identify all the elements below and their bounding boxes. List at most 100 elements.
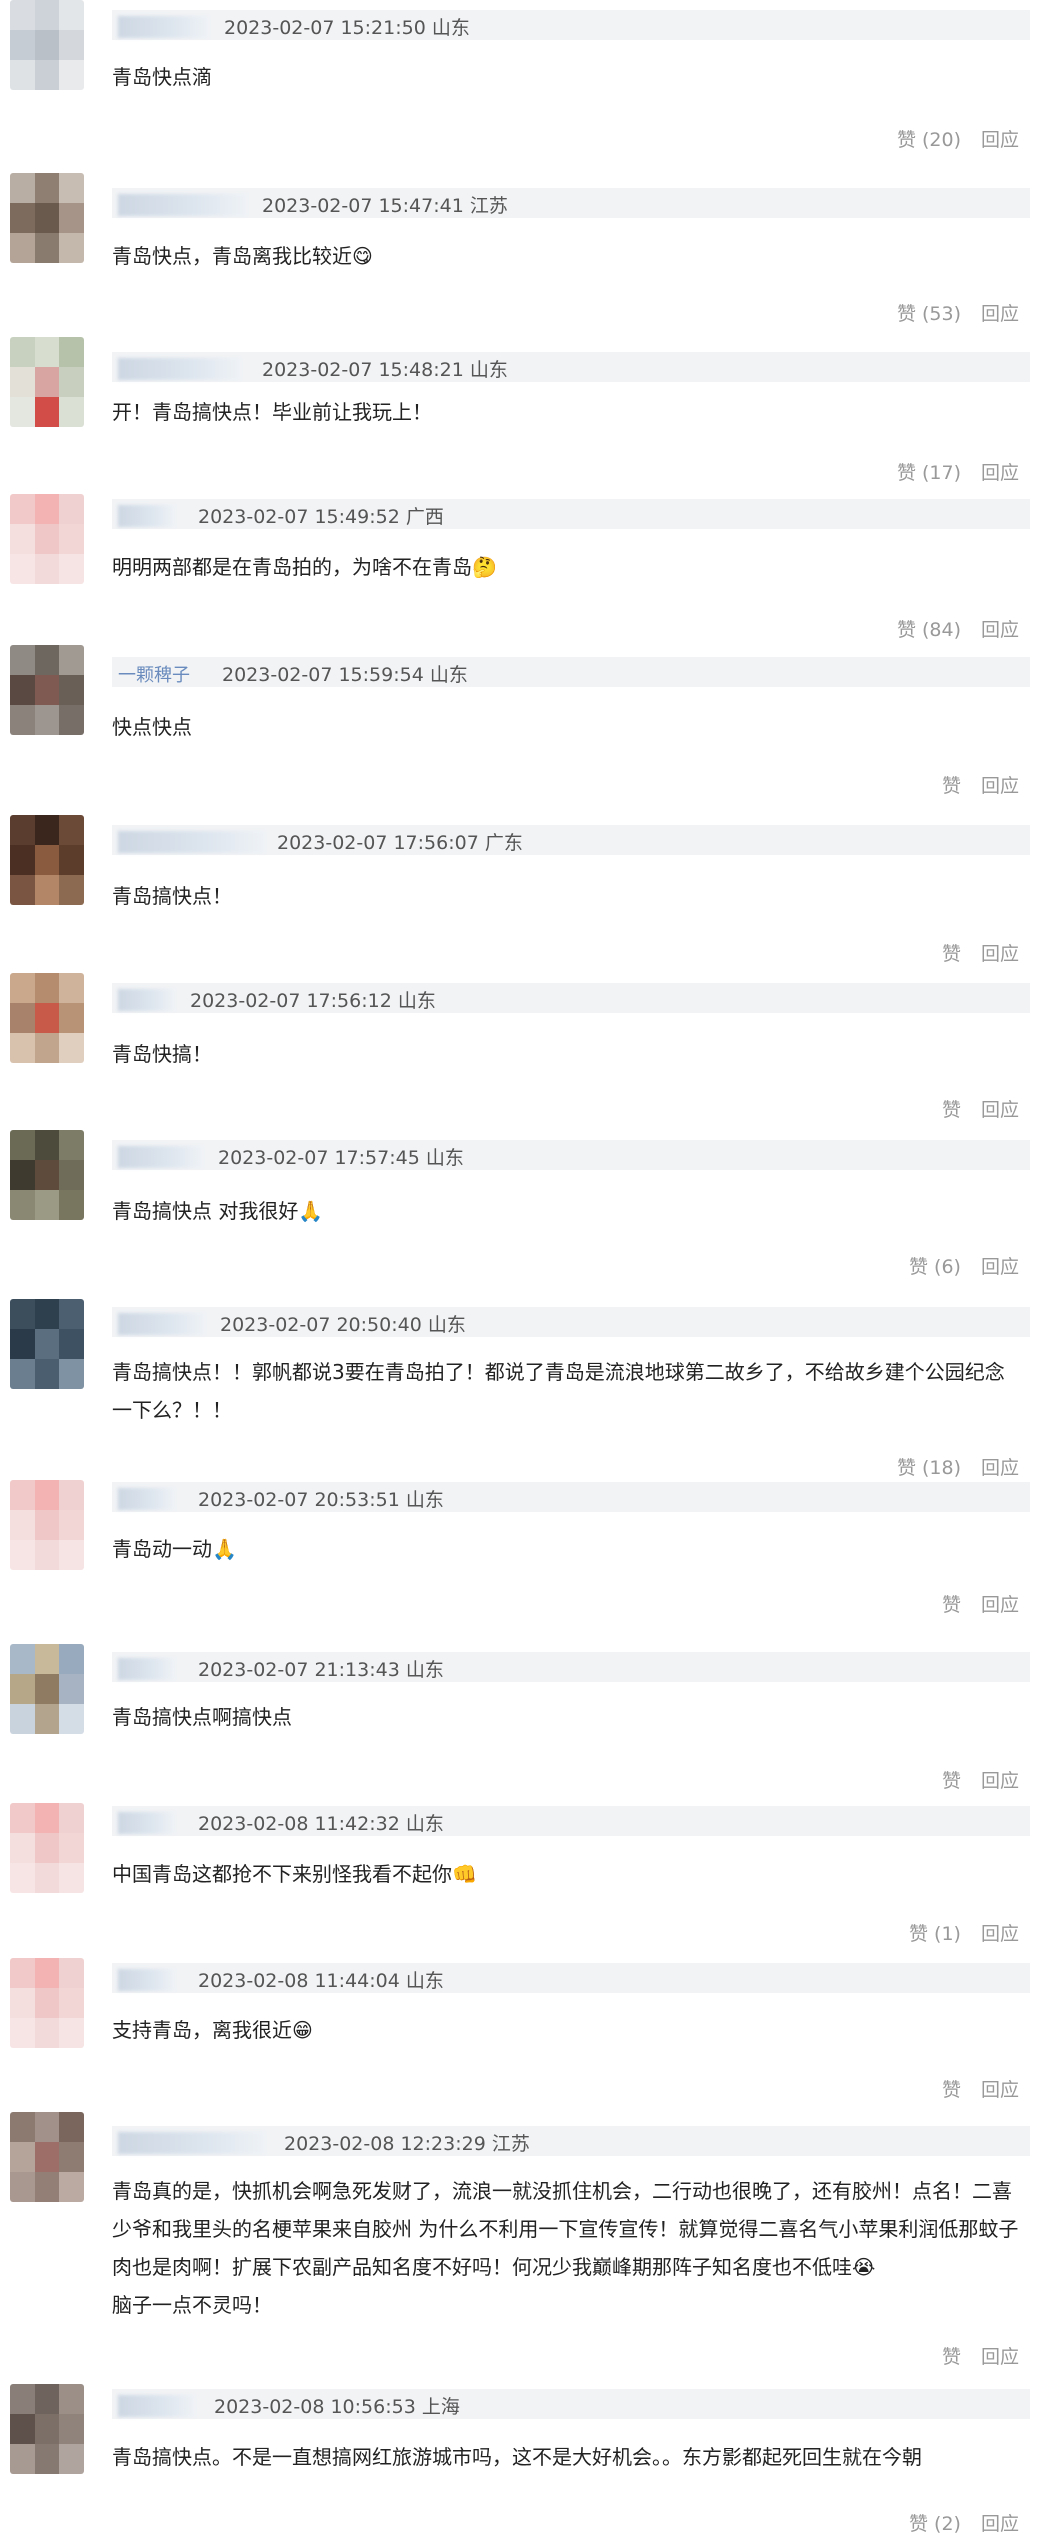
reply-button[interactable]: 回应 bbox=[981, 303, 1019, 325]
emoji-icon: 🙏 bbox=[298, 1199, 324, 1223]
comment-header: 2023-02-07 21:13:43 山东 bbox=[112, 1652, 1030, 1682]
username-blurred[interactable] bbox=[118, 2395, 194, 2417]
reply-button[interactable]: 回应 bbox=[981, 619, 1019, 641]
avatar[interactable] bbox=[10, 815, 84, 905]
reply-button[interactable]: 回应 bbox=[981, 943, 1019, 965]
username-blurred[interactable] bbox=[118, 2132, 264, 2154]
comment-actions: 赞 (84) 回应 bbox=[897, 615, 1019, 642]
like-button[interactable]: 赞 (84) bbox=[897, 619, 961, 641]
comment-text: 青岛搞快点啊搞快点 bbox=[112, 1705, 292, 1729]
like-button[interactable]: 赞 (20) bbox=[897, 129, 961, 151]
avatar[interactable] bbox=[10, 337, 84, 427]
avatar[interactable] bbox=[10, 1803, 84, 1893]
username-blurred[interactable] bbox=[118, 1658, 174, 1680]
avatar[interactable] bbox=[10, 973, 84, 1063]
reply-button[interactable]: 回应 bbox=[981, 2513, 1019, 2535]
comment-actions: 赞回应 bbox=[942, 1095, 1019, 1122]
reply-button[interactable]: 回应 bbox=[981, 775, 1019, 797]
avatar[interactable] bbox=[10, 1299, 84, 1389]
avatar[interactable] bbox=[10, 1644, 84, 1734]
username-blurred[interactable] bbox=[118, 358, 240, 380]
comment-text: 青岛快点滴 bbox=[112, 65, 212, 89]
comment-text: 明明两部都是在青岛拍的，为啥不在青岛🤔 bbox=[112, 555, 497, 579]
like-button[interactable]: 赞 (1) bbox=[909, 1923, 961, 1945]
like-button[interactable]: 赞 (6) bbox=[909, 1256, 961, 1278]
reply-button[interactable]: 回应 bbox=[981, 1923, 1019, 1945]
avatar[interactable] bbox=[10, 1480, 84, 1570]
avatar[interactable] bbox=[10, 494, 84, 584]
avatar[interactable] bbox=[10, 1958, 84, 2048]
like-button[interactable]: 赞 bbox=[942, 2079, 961, 2101]
comment-text: 青岛搞快点！！郭帆都说3要在青岛拍了！都说了青岛是流浪地球第二故乡了，不给故乡建… bbox=[112, 1360, 1005, 1422]
like-button[interactable]: 赞 (18) bbox=[897, 1457, 961, 1479]
like-button[interactable]: 赞 bbox=[942, 1770, 961, 1792]
username-blurred[interactable] bbox=[118, 1969, 174, 1991]
comment-location: 江苏 bbox=[469, 195, 508, 217]
comment-location: 山东 bbox=[405, 1489, 444, 1511]
like-button[interactable]: 赞 bbox=[942, 1594, 961, 1616]
reply-button[interactable]: 回应 bbox=[981, 1594, 1019, 1616]
like-button[interactable]: 赞 bbox=[942, 775, 961, 797]
username-blurred[interactable] bbox=[118, 16, 208, 38]
like-button[interactable]: 赞 (53) bbox=[897, 303, 961, 325]
avatar[interactable] bbox=[10, 1130, 84, 1220]
like-button[interactable]: 赞 (2) bbox=[909, 2513, 961, 2535]
emoji-icon: 😋 bbox=[352, 244, 373, 268]
comment-text-extra: 脑子一点不灵吗！ bbox=[112, 2293, 272, 2317]
avatar[interactable] bbox=[10, 173, 84, 263]
reply-button[interactable]: 回应 bbox=[981, 2079, 1019, 2101]
reply-button[interactable]: 回应 bbox=[981, 462, 1019, 484]
username-blurred[interactable] bbox=[118, 1313, 204, 1335]
comment-location: 山东 bbox=[429, 664, 468, 686]
reply-button[interactable]: 回应 bbox=[981, 1256, 1019, 1278]
comment-location: 上海 bbox=[421, 2396, 460, 2418]
comment-text: 快点快点 bbox=[112, 715, 192, 739]
emoji-icon: 😭 bbox=[852, 2255, 876, 2279]
avatar[interactable] bbox=[10, 0, 84, 90]
username[interactable]: 一颗稗子 bbox=[118, 661, 190, 687]
reply-button[interactable]: 回应 bbox=[981, 129, 1019, 151]
comment-header: 2023-02-07 15:48:21 山东 bbox=[112, 352, 1030, 382]
comment-header: 2023-02-08 11:44:04 山东 bbox=[112, 1963, 1030, 1993]
emoji-icon: 👊 bbox=[452, 1862, 477, 1886]
comment-location: 江苏 bbox=[491, 2133, 530, 2155]
like-button[interactable]: 赞 bbox=[942, 2346, 961, 2368]
comment-time: 2023-02-07 20:53:51 山东 bbox=[198, 1489, 444, 1511]
username-blurred[interactable] bbox=[118, 194, 246, 216]
comment-location: 广东 bbox=[484, 832, 523, 854]
comment-actions: 赞回应 bbox=[942, 2342, 1019, 2369]
emoji-icon: 🤔 bbox=[472, 555, 497, 579]
comment-text: 青岛搞快点！ bbox=[112, 884, 232, 908]
username-blurred[interactable] bbox=[118, 505, 174, 527]
username-blurred[interactable] bbox=[118, 1488, 174, 1510]
emoji-icon: 🙏 bbox=[212, 1537, 237, 1561]
reply-button[interactable]: 回应 bbox=[981, 1457, 1019, 1479]
comment-list: 2023-02-07 15:21:50 山东 青岛快点滴 赞 (20) 回应 20… bbox=[0, 0, 1037, 2544]
reply-button[interactable]: 回应 bbox=[981, 2346, 1019, 2368]
comment-header: 2023-02-08 12:23:29 江苏 bbox=[112, 2126, 1030, 2156]
comment-header: 2023-02-07 20:50:40 山东 bbox=[112, 1307, 1030, 1337]
comment-header: 一颗稗子 2023-02-07 15:59:54 山东 bbox=[112, 657, 1030, 687]
reply-button[interactable]: 回应 bbox=[981, 1770, 1019, 1792]
username-blurred[interactable] bbox=[118, 831, 264, 853]
reply-button[interactable]: 回应 bbox=[981, 1099, 1019, 1121]
comment-actions: 赞回应 bbox=[942, 1590, 1019, 1617]
like-button[interactable]: 赞 bbox=[942, 1099, 961, 1121]
comment-header: 2023-02-07 17:57:45 山东 bbox=[112, 1140, 1030, 1170]
username-blurred[interactable] bbox=[118, 989, 174, 1011]
avatar[interactable] bbox=[10, 2112, 84, 2202]
avatar[interactable] bbox=[10, 2384, 84, 2474]
comment-time: 2023-02-07 17:56:07 广东 bbox=[277, 832, 523, 854]
comment-actions: 赞回应 bbox=[942, 771, 1019, 798]
like-button[interactable]: 赞 bbox=[942, 943, 961, 965]
like-button[interactable]: 赞 (17) bbox=[897, 462, 961, 484]
comment-location: 山东 bbox=[431, 17, 470, 39]
comment-time: 2023-02-07 21:13:43 山东 bbox=[198, 1659, 444, 1681]
comment-location: 广西 bbox=[405, 506, 444, 528]
username-blurred[interactable] bbox=[118, 1812, 174, 1834]
avatar[interactable] bbox=[10, 645, 84, 735]
comment-actions: 赞 (2) 回应 bbox=[909, 2509, 1019, 2536]
username-blurred[interactable] bbox=[118, 1146, 202, 1168]
comment-location: 山东 bbox=[425, 1147, 464, 1169]
comment-location: 山东 bbox=[427, 1314, 466, 1336]
